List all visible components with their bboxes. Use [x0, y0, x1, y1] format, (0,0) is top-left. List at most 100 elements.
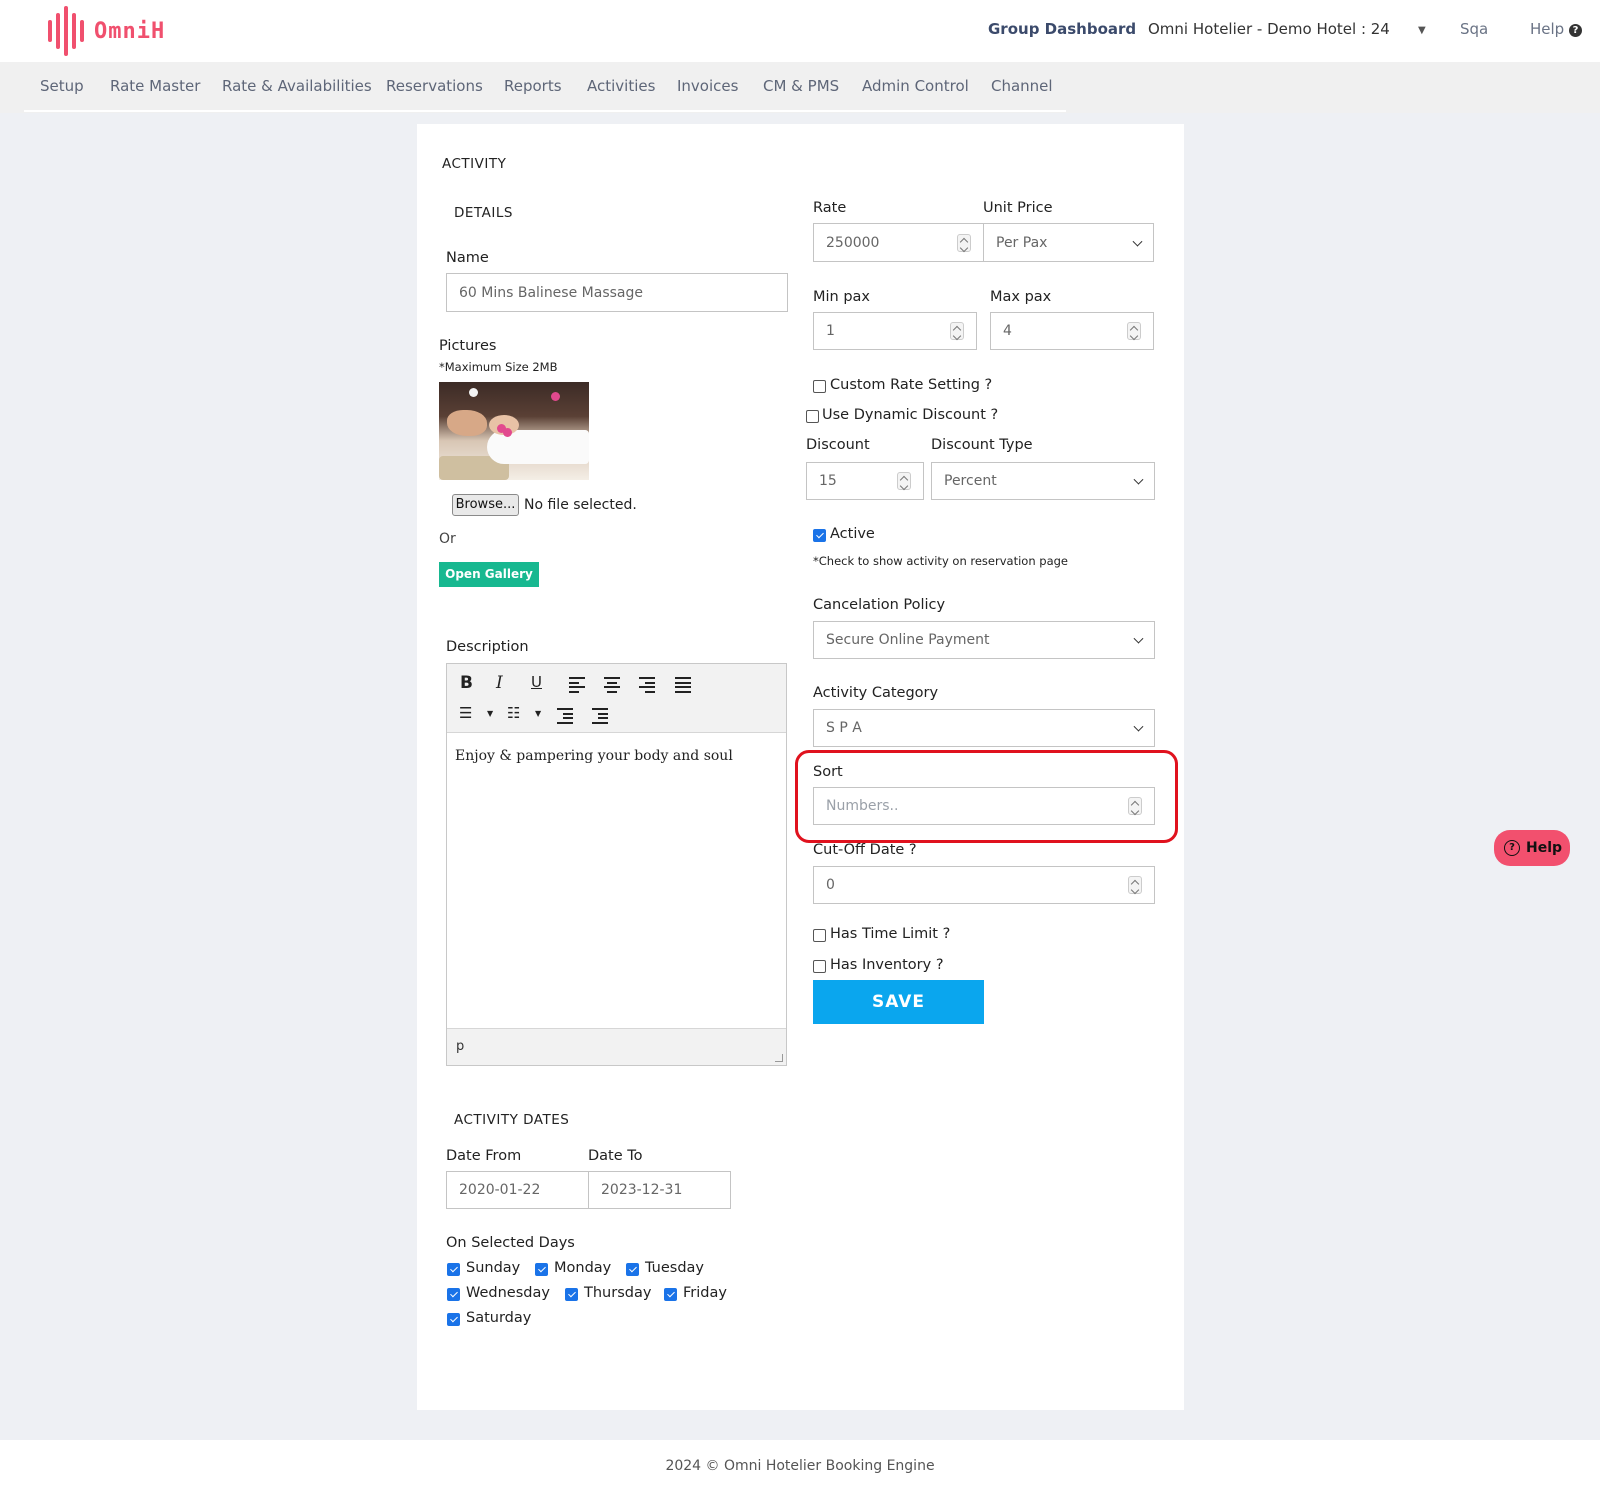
nav-underline: [24, 110, 1066, 112]
category-select[interactable]: S P A: [813, 709, 1155, 747]
nav-activities[interactable]: Activities: [587, 77, 655, 95]
description-text[interactable]: Enjoy & pampering your body and soul: [455, 748, 733, 764]
discount-value: 15: [819, 473, 837, 489]
date-from-value: 2020-01-22: [459, 1182, 541, 1198]
help-link[interactable]: Help ?: [1530, 20, 1582, 38]
min-pax-input[interactable]: 1: [813, 312, 977, 350]
day-checkbox[interactable]: [664, 1288, 677, 1301]
max-pax-label: Max pax: [990, 289, 1052, 305]
bullet-list-icon[interactable]: ☰: [459, 704, 472, 722]
browse-button[interactable]: Browse...: [452, 494, 519, 516]
description-editor[interactable]: B I U ☰ ▼ ☷ ▼ Enjoy & pampering your bod…: [446, 663, 787, 1066]
day-checkbox[interactable]: [447, 1263, 460, 1276]
min-pax-stepper-icon[interactable]: [950, 322, 964, 340]
name-label: Name: [446, 250, 489, 266]
save-button[interactable]: SAVE: [813, 980, 984, 1024]
name-input[interactable]: 60 Mins Balinese Massage: [446, 273, 788, 312]
inventory-label: Has Inventory ?: [830, 957, 944, 973]
brand-name: OmniH: [94, 18, 166, 44]
discount-label: Discount: [806, 437, 870, 453]
day-checkbox[interactable]: [447, 1313, 460, 1326]
cutoff-stepper-icon[interactable]: [1128, 876, 1142, 894]
nav-admin-control[interactable]: Admin Control: [862, 77, 969, 95]
indent-icon[interactable]: [592, 708, 608, 724]
unit-price-label: Unit Price: [983, 200, 1053, 216]
align-center-icon[interactable]: [604, 677, 620, 693]
nav-rate-availabilities[interactable]: Rate & Availabilities: [222, 77, 372, 95]
discount-stepper-icon[interactable]: [897, 472, 911, 490]
day-label: Saturday: [466, 1310, 532, 1326]
logo-mark-icon: [48, 6, 84, 56]
editor-toolbar: B I U ☰ ▼ ☷ ▼: [447, 664, 786, 733]
align-justify-icon[interactable]: [675, 677, 691, 693]
discount-input[interactable]: 15: [806, 462, 924, 500]
cancel-policy-label: Cancelation Policy: [813, 597, 946, 613]
nav-invoices[interactable]: Invoices: [677, 77, 738, 95]
cutoff-value: 0: [826, 877, 835, 893]
underline-icon[interactable]: U: [531, 673, 542, 691]
help-widget-label: Help: [1526, 840, 1563, 856]
top-header: OmniH Group Dashboard Omni Hotelier - De…: [0, 0, 1600, 62]
min-pax-value: 1: [826, 323, 835, 339]
max-pax-input[interactable]: 4: [990, 312, 1154, 350]
day-checkbox[interactable]: [565, 1288, 578, 1301]
outdent-icon[interactable]: [557, 708, 573, 724]
question-icon: ?: [1568, 24, 1582, 37]
numbered-list-dropdown-icon[interactable]: ▼: [535, 709, 541, 718]
nav-reservations[interactable]: Reservations: [386, 77, 483, 95]
brand-logo[interactable]: OmniH: [48, 6, 165, 56]
help-link-label: Help: [1530, 20, 1565, 38]
discount-type-select[interactable]: Percent: [931, 462, 1155, 500]
day-label: Tuesday: [645, 1260, 704, 1276]
inventory-checkbox[interactable]: [813, 960, 826, 973]
bold-icon[interactable]: B: [460, 673, 473, 693]
date-from-input[interactable]: 2020-01-22: [446, 1171, 589, 1209]
rate-value: 250000: [826, 234, 880, 251]
nav-channel[interactable]: Channel: [991, 77, 1053, 95]
cutoff-input[interactable]: 0: [813, 866, 1155, 904]
time-limit-checkbox[interactable]: [813, 929, 826, 942]
nav-rate-master[interactable]: Rate Master: [110, 77, 200, 95]
nav-setup[interactable]: Setup: [40, 77, 84, 95]
date-to-input[interactable]: 2023-12-31: [588, 1171, 731, 1209]
group-dashboard-link[interactable]: Group Dashboard: [988, 20, 1136, 38]
no-file-text: No file selected.: [524, 497, 637, 513]
chevron-down-icon: [1132, 236, 1143, 247]
min-pax-label: Min pax: [813, 289, 871, 305]
cancel-policy-select[interactable]: Secure Online Payment: [813, 621, 1155, 659]
dynamic-discount-checkbox[interactable]: [806, 410, 819, 423]
custom-rate-label: Custom Rate Setting ?: [830, 377, 993, 393]
hotel-dropdown-icon[interactable]: ▼: [1418, 25, 1426, 36]
time-limit-label: Has Time Limit ?: [830, 926, 951, 942]
day-checkbox[interactable]: [535, 1263, 548, 1276]
max-pax-stepper-icon[interactable]: [1127, 322, 1141, 340]
day-checkbox[interactable]: [626, 1263, 639, 1276]
day-label: Wednesday: [466, 1285, 550, 1301]
activity-picture: [439, 382, 589, 480]
date-to-value: 2023-12-31: [601, 1182, 683, 1198]
resize-handle-icon[interactable]: [775, 1054, 783, 1062]
rate-label: Rate: [813, 200, 847, 216]
chevron-down-icon: [1133, 633, 1144, 644]
unit-price-select[interactable]: Per Pax: [983, 223, 1154, 262]
align-left-icon[interactable]: [569, 677, 585, 693]
open-gallery-button[interactable]: Open Gallery: [439, 562, 539, 587]
rate-stepper-icon[interactable]: [957, 233, 971, 252]
nav-cm-pms[interactable]: CM & PMS: [763, 77, 839, 95]
numbered-list-icon[interactable]: ☷: [507, 704, 520, 722]
custom-rate-checkbox[interactable]: [813, 380, 826, 393]
help-widget-button[interactable]: ? Help: [1494, 830, 1570, 866]
date-from-label: Date From: [446, 1148, 522, 1164]
nav-reports[interactable]: Reports: [504, 77, 562, 95]
italic-icon[interactable]: I: [496, 673, 503, 693]
user-menu[interactable]: Sqa: [1460, 20, 1488, 38]
editor-statusbar: p: [447, 1028, 786, 1065]
active-checkbox[interactable]: [813, 529, 826, 542]
bullet-list-dropdown-icon[interactable]: ▼: [487, 709, 493, 718]
max-size-note: *Maximum Size 2MB: [439, 360, 558, 374]
align-right-icon[interactable]: [639, 677, 655, 693]
active-label: Active: [830, 526, 875, 542]
rate-input[interactable]: 250000: [813, 223, 984, 262]
hotel-selector[interactable]: Omni Hotelier - Demo Hotel : 24: [1148, 20, 1390, 38]
day-checkbox[interactable]: [447, 1288, 460, 1301]
